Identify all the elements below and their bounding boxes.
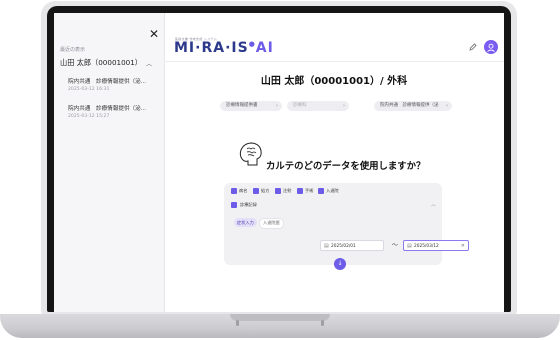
date-to-value: 2025/03/12 (414, 244, 439, 249)
app-logo[interactable]: MI·RA·IS●AI (174, 40, 274, 56)
chip-symptom-input[interactable]: 症状入力 (234, 218, 257, 227)
document-type-label: 診療情報提供書 (226, 103, 258, 108)
medical-record-label: 診療記録 (240, 202, 257, 207)
logo-ai: AI (255, 40, 274, 56)
department-select[interactable]: 診療科 › (287, 101, 349, 111)
date-range-separator: 〜 (392, 242, 399, 249)
history-item-title: 院内共通 診療情報提供（泌... (68, 79, 147, 85)
history-item[interactable]: 院内共通 診療情報提供（泌... 2025-03-12 16:31 (68, 77, 158, 92)
chip-admission-history[interactable]: 入退院歴 (259, 218, 284, 229)
history-item[interactable]: 院内共通 診療情報提供（泌... 2025-03-12 15:27 (68, 104, 158, 119)
app-screen: ✕ 最近の表示 山田 太郎（00001001） ︿ 院内共通 診療情報提供（泌.… (54, 13, 504, 312)
history-item-title: 院内共通 診療情報提供（泌... (68, 106, 147, 112)
history-item-date: 2025-03-12 15:27 (68, 114, 110, 119)
logo-text: MI·RA·IS (174, 40, 249, 56)
user-avatar[interactable] (484, 40, 498, 54)
page-title: 山田 太郎（00001001）/ 外科 (260, 76, 408, 87)
date-to-input[interactable]: ▤ 2025/03/12 ✕ (403, 240, 469, 251)
checkbox-surgery[interactable] (297, 188, 303, 194)
brain-icon (239, 142, 262, 166)
checkbox-label: 病名 (239, 188, 248, 193)
template-select[interactable]: 院内共通 診療情報提供（泌 › (374, 101, 452, 111)
next-button[interactable]: ↓ (334, 258, 346, 270)
document-type-select[interactable]: 診療情報提供書 › (220, 101, 282, 111)
header-divider (164, 61, 504, 62)
date-from-input[interactable]: ▤ 2025/02/01 (320, 240, 384, 251)
clear-icon[interactable]: ✕ (461, 241, 465, 252)
chevron-right-icon: › (446, 103, 448, 109)
date-from-value: 2025/02/01 (331, 244, 356, 249)
checkbox-label: 手術 (305, 188, 314, 193)
checkbox-label: 注射 (283, 188, 292, 193)
laptop-notch (230, 314, 330, 321)
checkbox-label: 処方 (261, 188, 270, 193)
patient-group-header[interactable]: 山田 太郎（00001001） ︿ (60, 58, 156, 70)
department-label: 診療科 (293, 103, 307, 108)
laptop-foot (236, 320, 239, 326)
logo-dot-icon: ● (248, 40, 256, 48)
history-label: 最近の表示 (60, 47, 86, 53)
calendar-icon: ▤ (324, 243, 329, 249)
checkbox-medical-record[interactable] (231, 202, 237, 208)
patient-name: 山田 太郎（00001001） (60, 58, 142, 67)
template-label: 院内共通 診療情報提供（泌 (380, 103, 439, 108)
edit-icon[interactable] (468, 42, 478, 52)
checkbox-admission[interactable] (318, 188, 324, 194)
chevron-right-icon: › (276, 103, 278, 109)
chevron-right-icon: › (343, 103, 345, 109)
checkbox-disease[interactable] (231, 188, 237, 194)
close-icon[interactable]: ✕ (149, 28, 159, 40)
chevron-up-icon: ︿ (145, 61, 152, 68)
checkbox-injection[interactable] (275, 188, 281, 194)
history-item-date: 2025-03-12 16:31 (68, 87, 110, 92)
calendar-icon: ▤ (407, 243, 412, 249)
history-sidebar: ✕ 最近の表示 山田 太郎（00001001） ︿ 院内共通 診療情報提供（泌.… (54, 13, 165, 312)
chevron-up-icon[interactable]: ︿ (431, 201, 436, 208)
laptop-foot (321, 320, 324, 326)
checkbox-label: 入退院 (326, 188, 339, 193)
checkbox-prescription[interactable] (253, 188, 259, 194)
data-source-panel: 病名 処方 注射 手術 入退院 診療記録 ︿ 症状入力 入退院歴 ▤ 2025/… (224, 183, 469, 265)
question-heading: カルテのどのデータを使用しますか？ (266, 161, 426, 172)
user-icon (487, 43, 495, 52)
arrow-down-icon: ↓ (337, 260, 343, 267)
